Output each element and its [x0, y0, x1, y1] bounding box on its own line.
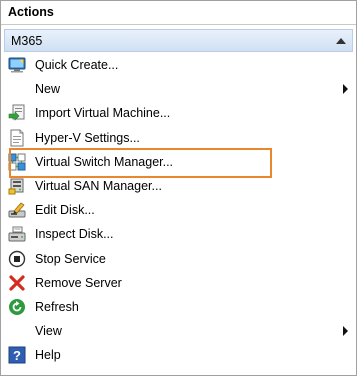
action-refresh[interactable]: Refresh [1, 295, 356, 319]
import-vm-icon [8, 104, 26, 122]
help-icon: ? [8, 346, 26, 364]
pane-title: Actions [1, 1, 356, 25]
action-inspect-disk[interactable]: Inspect Disk... [1, 222, 356, 246]
remove-x-icon [8, 274, 26, 292]
inspect-disk-icon [8, 225, 26, 243]
action-stop-service[interactable]: Stop Service [1, 247, 356, 271]
submenu-arrow-icon [343, 84, 348, 95]
section-header-m365[interactable]: M365 [4, 29, 353, 52]
actions-list: Quick Create... New Import Virtual Machi… [1, 53, 356, 367]
action-label: Quick Create... [35, 58, 119, 73]
action-label: Inspect Disk... [35, 227, 114, 242]
action-view[interactable]: View [1, 319, 356, 343]
action-new[interactable]: New [1, 77, 356, 101]
virtual-switch-icon [8, 153, 26, 171]
settings-document-icon [8, 129, 26, 147]
action-virtual-switch-manager[interactable]: Virtual Switch Manager... [1, 150, 356, 174]
action-hyperv-settings[interactable]: Hyper-V Settings... [1, 126, 356, 150]
refresh-icon [8, 298, 26, 316]
action-import-vm[interactable]: Import Virtual Machine... [1, 101, 356, 125]
virtual-san-icon [8, 177, 26, 195]
svg-text:?: ? [13, 348, 21, 363]
action-label: Stop Service [35, 251, 106, 266]
actions-pane: Actions M365 Quick Create... New Import … [0, 0, 357, 376]
action-help[interactable]: ? Help [1, 343, 356, 367]
action-remove-server[interactable]: Remove Server [1, 271, 356, 295]
section-title: M365 [11, 34, 43, 48]
action-label: Hyper-V Settings... [35, 130, 140, 145]
action-label: Virtual SAN Manager... [35, 179, 162, 194]
action-label: Edit Disk... [35, 203, 95, 218]
edit-disk-icon [8, 201, 26, 219]
collapse-arrow-icon[interactable] [336, 38, 346, 44]
action-label: View [35, 324, 62, 339]
action-label: Remove Server [35, 275, 122, 290]
stop-icon [8, 250, 26, 268]
action-label: Import Virtual Machine... [35, 106, 171, 121]
action-label: Help [35, 348, 61, 363]
action-virtual-san-manager[interactable]: Virtual SAN Manager... [1, 174, 356, 198]
action-edit-disk[interactable]: Edit Disk... [1, 198, 356, 222]
action-quick-create[interactable]: Quick Create... [1, 53, 356, 77]
submenu-arrow-icon [343, 326, 348, 337]
action-label: Refresh [35, 299, 79, 314]
action-label: New [35, 82, 61, 97]
quick-create-icon [8, 56, 26, 74]
action-label: Virtual Switch Manager... [35, 154, 174, 169]
